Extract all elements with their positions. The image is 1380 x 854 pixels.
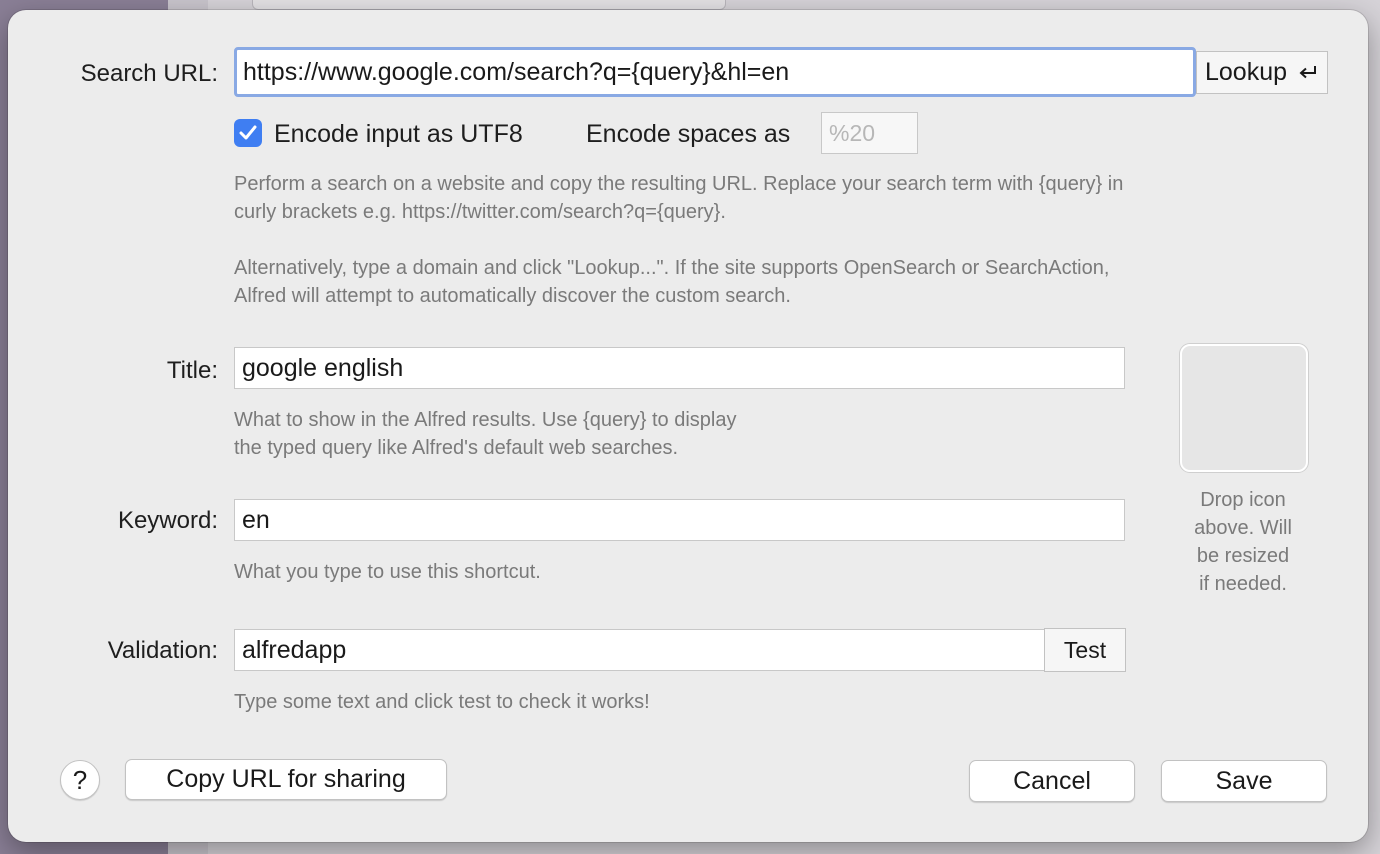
icon-well-help-line-4: if needed. [1199, 573, 1287, 595]
custom-search-dialog: Search URL: https://www.google.com/searc… [8, 10, 1368, 842]
title-value: google english [242, 353, 404, 382]
description-line-3: Alternatively, type a domain and click "… [234, 257, 1110, 279]
checkmark-icon [239, 125, 257, 140]
help-button[interactable]: ? [60, 760, 100, 800]
encode-spaces-placeholder: %20 [829, 119, 876, 146]
validation-help: Type some text and click test to check i… [234, 691, 650, 713]
search-url-value: https://www.google.com/search?q={query}&… [243, 57, 790, 86]
keyword-value: en [242, 505, 270, 534]
encode-utf8-label: Encode input as UTF8 [274, 120, 523, 148]
cancel-button-label: Cancel [1013, 766, 1091, 795]
validation-input[interactable]: alfredapp [234, 629, 1046, 671]
save-button-label: Save [1215, 766, 1273, 795]
keyword-input[interactable]: en [234, 499, 1125, 541]
title-label: Title: [166, 357, 218, 384]
test-button-label: Test [1063, 636, 1107, 663]
icon-drop-well[interactable] [1180, 344, 1308, 472]
encode-utf8-checkbox[interactable] [234, 119, 262, 147]
cancel-button[interactable]: Cancel [969, 760, 1135, 802]
icon-well-help: Drop icon above. Will be resized if need… [1158, 486, 1328, 598]
icon-well-help-line-1: Drop icon [1200, 489, 1286, 511]
encode-spaces-input[interactable]: %20 [821, 112, 918, 154]
title-input[interactable]: google english [234, 347, 1125, 389]
encode-spaces-label: Encode spaces as [586, 120, 791, 148]
validation-label: Validation: [107, 637, 218, 664]
description-line-2: curly brackets e.g. https://twitter.com/… [234, 201, 726, 223]
background-toolbar [252, 0, 726, 10]
help-button-label: ? [72, 764, 88, 795]
search-url-input[interactable]: https://www.google.com/search?q={query}&… [234, 47, 1196, 97]
validation-value: alfredapp [242, 635, 347, 664]
lookup-button-label: Lookup [1205, 58, 1288, 86]
test-button[interactable]: Test [1044, 628, 1126, 672]
return-key-icon [1297, 64, 1319, 82]
save-button[interactable]: Save [1161, 760, 1327, 802]
search-url-label: Search URL: [80, 60, 218, 87]
keyword-help: What you type to use this shortcut. [234, 561, 541, 583]
copy-url-button-label: Copy URL for sharing [166, 765, 406, 793]
title-help-line-2: the typed query like Alfred's default we… [234, 437, 679, 459]
keyword-label: Keyword: [117, 507, 218, 534]
icon-well-help-line-2: above. Will [1194, 517, 1292, 539]
copy-url-button[interactable]: Copy URL for sharing [125, 759, 447, 800]
lookup-button[interactable]: Lookup [1196, 51, 1328, 94]
description-line-1: Perform a search on a website and copy t… [234, 173, 1124, 195]
title-help-line-1: What to show in the Alfred results. Use … [234, 409, 737, 431]
description-line-4: Alfred will attempt to automatically dis… [234, 285, 791, 307]
icon-well-help-line-3: be resized [1196, 545, 1290, 567]
